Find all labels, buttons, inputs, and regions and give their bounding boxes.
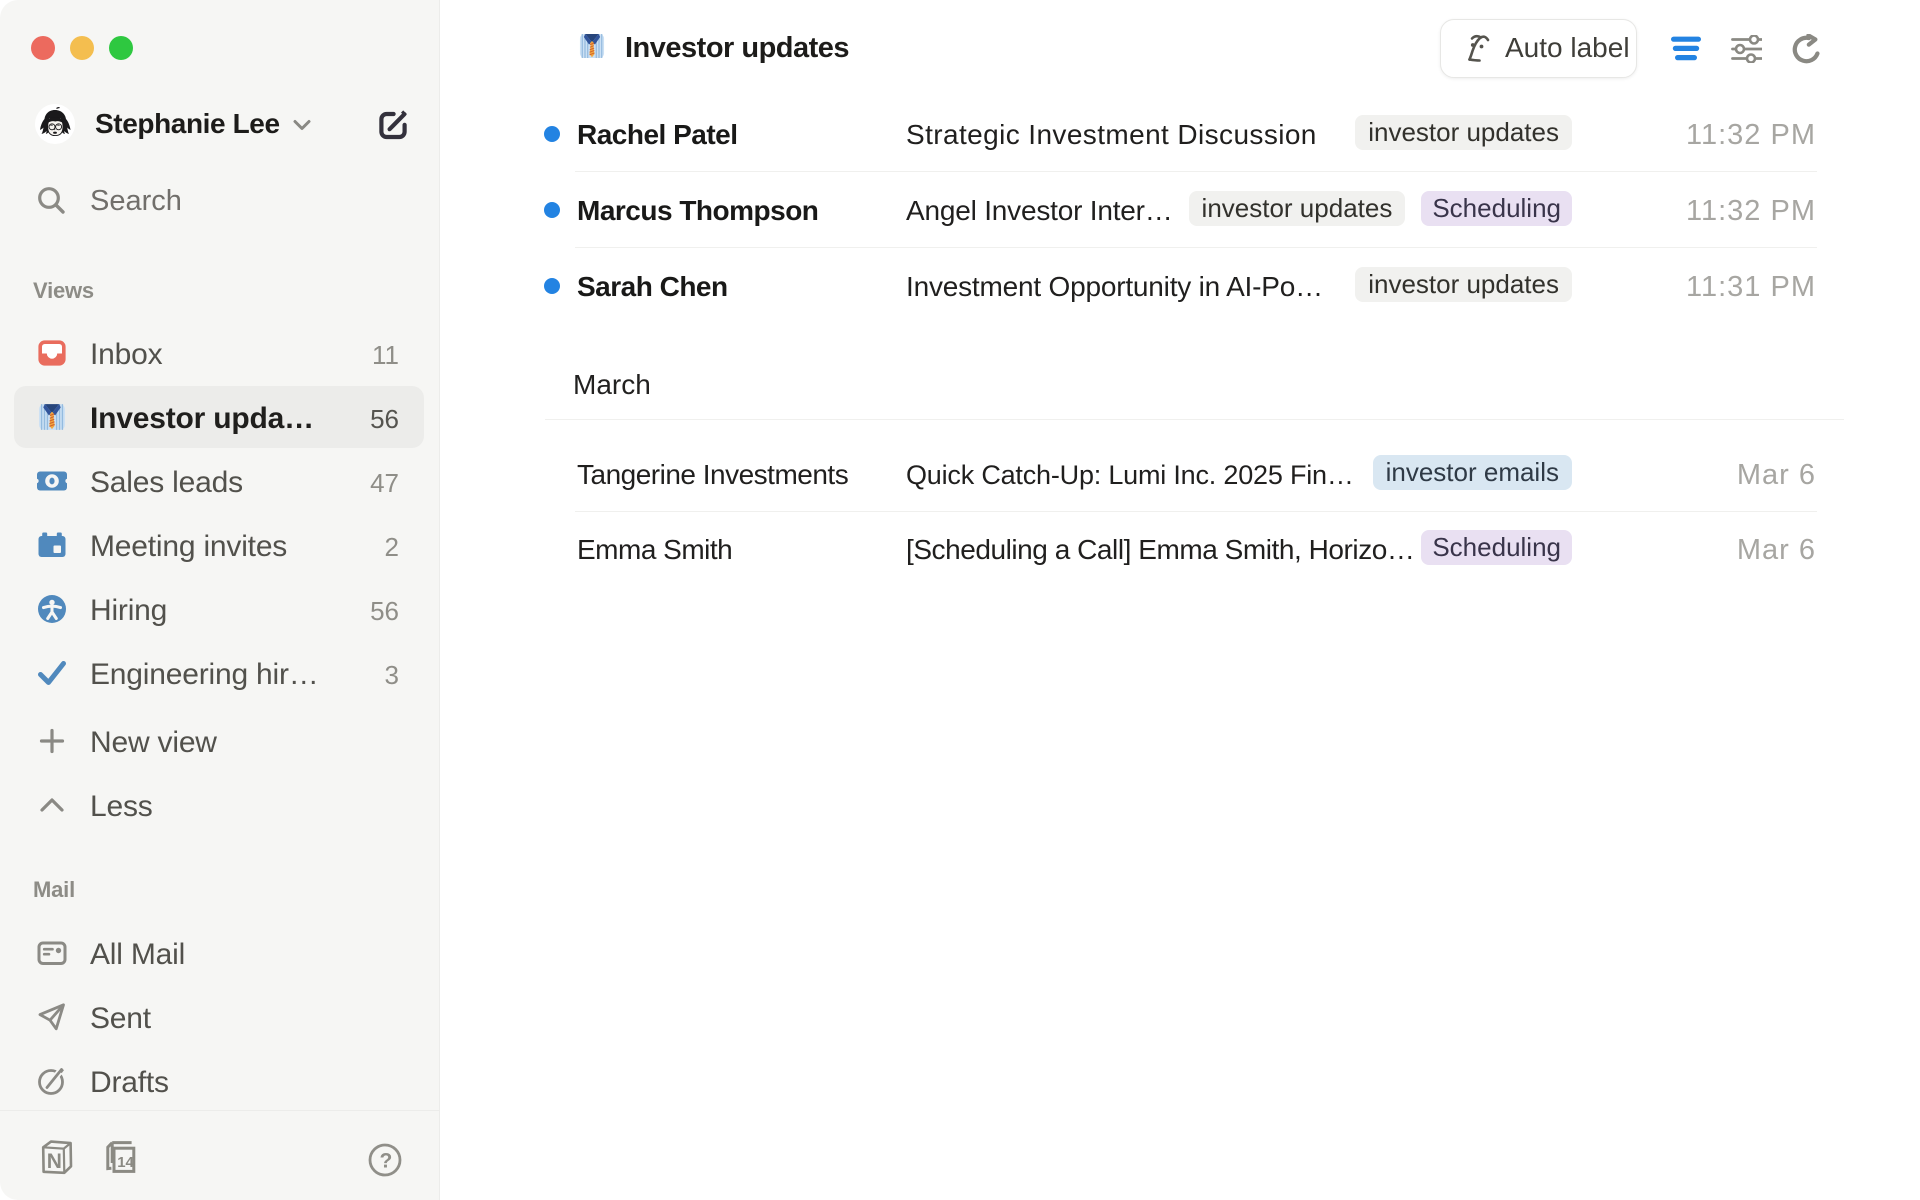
- svg-text:N: N: [47, 1150, 62, 1173]
- svg-text:?: ?: [380, 1150, 393, 1173]
- svg-text:14: 14: [117, 1154, 134, 1171]
